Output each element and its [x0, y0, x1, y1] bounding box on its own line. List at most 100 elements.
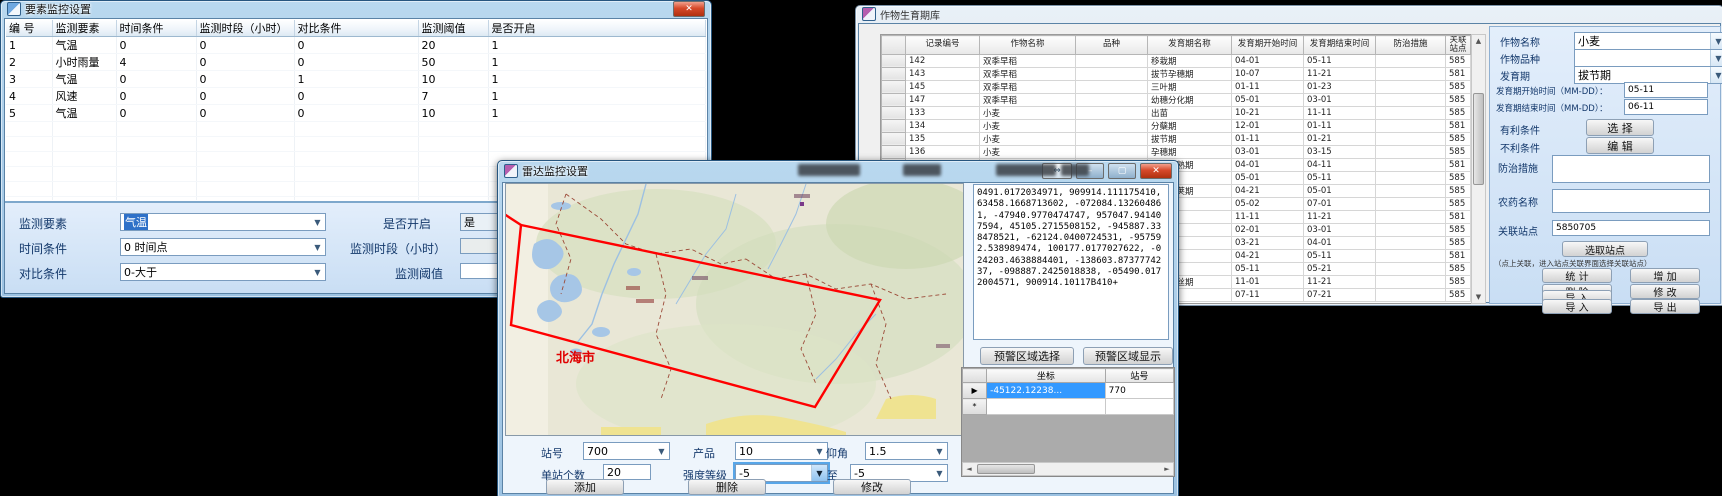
table-cell[interactable]	[1076, 119, 1148, 132]
table-cell[interactable]: 双季早稻	[980, 80, 1076, 93]
scrollbar-thumb[interactable]	[1473, 93, 1484, 185]
table-cell[interactable]	[488, 137, 706, 152]
table-cell[interactable]: 三叶期	[1148, 80, 1232, 93]
table-row[interactable]	[6, 122, 706, 137]
scroll-up-icon[interactable]: ▲	[1472, 35, 1485, 47]
compare-condition-combobox[interactable]: 0-大于 ▼	[120, 263, 326, 281]
table-cell[interactable]	[1376, 171, 1446, 184]
table-cell[interactable]: 双季早稻	[980, 67, 1076, 80]
table-cell[interactable]	[294, 197, 418, 201]
column-header[interactable]: 编 号	[6, 20, 52, 37]
modify-button[interactable]: 修改	[833, 479, 911, 495]
table-cell[interactable]: 581	[1446, 158, 1471, 171]
scroll-right-icon[interactable]: ►	[1161, 463, 1173, 475]
table-cell[interactable]	[196, 182, 294, 197]
table-cell[interactable]: 05-21	[1304, 262, 1376, 275]
table-cell[interactable]: 581	[1446, 249, 1471, 262]
table-cell[interactable]: 05-02	[1232, 197, 1304, 210]
table-cell[interactable]: 04-01	[1304, 236, 1376, 249]
table-cell[interactable]: 拔节孕穗期	[1148, 67, 1232, 80]
chevron-down-icon[interactable]: ▼	[932, 465, 947, 481]
scroll-left-icon[interactable]: ◄	[963, 463, 975, 475]
table-cell[interactable]	[418, 152, 488, 167]
table-cell[interactable]: 3	[6, 71, 52, 88]
table-cell[interactable]: 小麦	[980, 145, 1076, 158]
table-cell[interactable]	[6, 182, 52, 197]
table-cell[interactable]: 585	[1446, 171, 1471, 184]
table-cell[interactable]	[1076, 80, 1148, 93]
column-header[interactable]: 发育期结束时间	[1304, 36, 1376, 55]
table-row[interactable]: 134小麦 分蘖期12-0101-11 581	[882, 119, 1471, 132]
column-header[interactable]: 坐标	[987, 369, 1106, 383]
table-cell[interactable]: 50	[418, 54, 488, 71]
table-cell[interactable]	[6, 197, 52, 201]
table-cell[interactable]: 1	[6, 37, 52, 54]
adverse-edit-button[interactable]: 编 辑	[1586, 137, 1654, 154]
table-cell[interactable]: 小麦	[980, 106, 1076, 119]
table-cell[interactable]: 07-01	[1304, 197, 1376, 210]
chevron-down-icon[interactable]: ▼	[812, 443, 827, 459]
table-cell[interactable]: 分蘖期	[1148, 119, 1232, 132]
favorable-select-button[interactable]: 选 择	[1586, 119, 1654, 136]
table-row[interactable]: 3气温001101	[6, 71, 706, 88]
table-cell[interactable]	[1376, 236, 1446, 249]
table-cell[interactable]	[6, 167, 52, 182]
modify-button[interactable]: 修 改	[1630, 284, 1700, 299]
table-cell[interactable]	[294, 182, 418, 197]
table-cell[interactable]: 1	[488, 88, 706, 105]
table-cell[interactable]	[418, 122, 488, 137]
table-cell[interactable]	[52, 167, 116, 182]
scroll-down-icon[interactable]: ▼	[1472, 291, 1485, 303]
table-row[interactable]: 5气温000101	[6, 105, 706, 122]
table-cell[interactable]	[418, 182, 488, 197]
period-start-input[interactable]	[1624, 82, 1708, 98]
column-header[interactable]: 监测阈值	[418, 20, 488, 37]
table-cell[interactable]: 581	[1446, 67, 1471, 80]
table-cell[interactable]	[1376, 197, 1446, 210]
table-cell[interactable]: 1	[488, 37, 706, 54]
table-cell[interactable]: 11-11	[1304, 106, 1376, 119]
table-cell[interactable]: 03-21	[1232, 236, 1304, 249]
table-cell[interactable]: 145	[906, 80, 980, 93]
table-cell[interactable]	[1076, 54, 1148, 67]
table-cell[interactable]: 01-11	[1232, 132, 1304, 145]
table-cell[interactable]	[418, 197, 488, 201]
table-row[interactable]: 135小麦 拔节期01-1101-21 585	[882, 132, 1471, 145]
table-cell[interactable]	[294, 137, 418, 152]
table-cell[interactable]: 04-01	[1232, 158, 1304, 171]
table-cell[interactable]: 5	[6, 105, 52, 122]
table-cell[interactable]: 147	[906, 93, 980, 106]
table-cell[interactable]: 585	[1446, 145, 1471, 158]
table-cell[interactable]: 03-01	[1304, 93, 1376, 106]
station-count-input[interactable]	[603, 464, 651, 480]
table-cell[interactable]: 20	[418, 37, 488, 54]
table-cell[interactable]: 1	[294, 71, 418, 88]
table-row[interactable]: 133小麦 出苗10-2111-11 585	[882, 106, 1471, 119]
chevron-down-icon[interactable]: ▼	[811, 465, 827, 481]
table-cell[interactable]: 风速	[52, 88, 116, 105]
table-cell[interactable]: 136	[906, 145, 980, 158]
table-cell[interactable]: 142	[906, 54, 980, 67]
table-cell[interactable]: 585	[1446, 106, 1471, 119]
table-cell[interactable]: 7	[418, 88, 488, 105]
table-cell[interactable]: 4	[116, 54, 196, 71]
column-header[interactable]: 对比条件	[294, 20, 418, 37]
table-cell[interactable]: 小麦	[980, 132, 1076, 145]
table-cell[interactable]: 770	[1105, 383, 1173, 399]
table-cell[interactable]	[1376, 106, 1446, 119]
table-cell[interactable]	[1076, 132, 1148, 145]
table-cell[interactable]: 143	[906, 67, 980, 80]
table-cell[interactable]	[196, 167, 294, 182]
stat-button[interactable]: 统 计	[1542, 268, 1612, 283]
table-cell[interactable]: 0	[196, 37, 294, 54]
table-cell[interactable]: 0	[196, 105, 294, 122]
table-cell[interactable]	[294, 167, 418, 182]
table-cell[interactable]: 03-01	[1232, 145, 1304, 158]
radar-titlebar[interactable]: 雷达监控设置 ⇔ – ▢ ✕	[498, 161, 1178, 181]
column-header[interactable]: 品种	[1076, 36, 1148, 55]
chevron-down-icon[interactable]: ▼	[654, 443, 669, 459]
monitor-element-combobox[interactable]: 气温 ▼	[120, 213, 326, 231]
table-cell[interactable]	[1376, 54, 1446, 67]
table-cell[interactable]	[1376, 223, 1446, 236]
table-cell[interactable]	[116, 137, 196, 152]
